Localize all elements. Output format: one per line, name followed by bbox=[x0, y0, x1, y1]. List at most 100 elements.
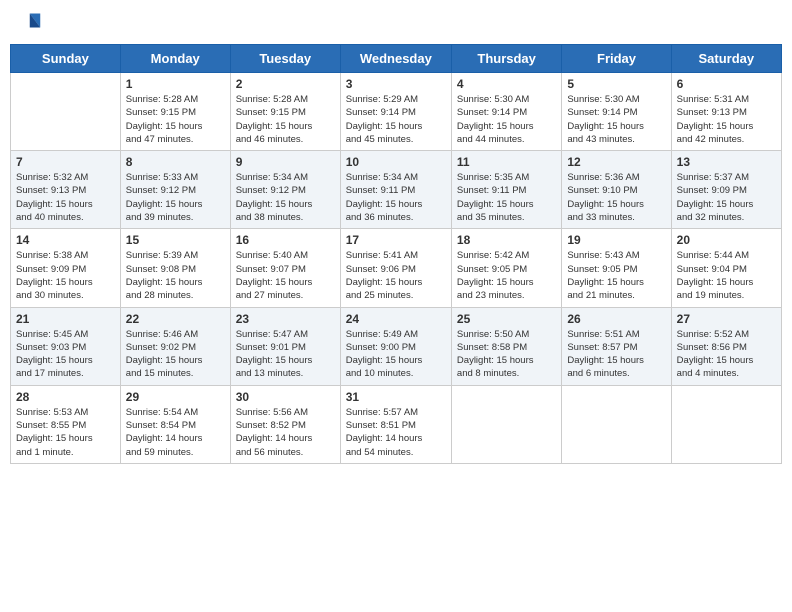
cell-line: Sunrise: 5:43 AM bbox=[567, 250, 639, 261]
cell-line: Sunset: 9:00 PM bbox=[346, 342, 416, 353]
cell-content: Sunrise: 5:33 AMSunset: 9:12 PMDaylight:… bbox=[126, 171, 225, 224]
cell-line: Daylight: 15 hours bbox=[457, 199, 534, 210]
logo bbox=[14, 10, 46, 38]
week-row-3: 21 Sunrise: 5:45 AMSunset: 9:03 PMDayligh… bbox=[11, 307, 782, 385]
cell-content: Sunrise: 5:43 AMSunset: 9:05 PMDaylight:… bbox=[567, 249, 665, 302]
day-number: 21 bbox=[16, 312, 115, 326]
calendar-cell: 22 Sunrise: 5:46 AMSunset: 9:02 PMDayligh… bbox=[120, 307, 230, 385]
day-number: 30 bbox=[236, 390, 335, 404]
cell-line: Daylight: 15 hours bbox=[567, 355, 644, 366]
calendar-cell: 13Sunrise: 5:37 AMSunset: 9:09 PMDayligh… bbox=[671, 151, 781, 229]
cell-line: Daylight: 15 hours bbox=[236, 355, 313, 366]
cell-content: Sunrise: 5:56 AMSunset: 8:52 PMDaylight:… bbox=[236, 406, 335, 459]
cell-line: Daylight: 14 hours bbox=[236, 433, 313, 444]
cell-line: Sunrise: 5:41 AM bbox=[346, 250, 418, 261]
cell-content: Sunrise: 5:32 AMSunset: 9:13 PMDaylight:… bbox=[16, 171, 115, 224]
cell-line: and 56 minutes. bbox=[236, 447, 304, 458]
calendar-cell: 19 Sunrise: 5:43 AMSunset: 9:05 PMDayligh… bbox=[562, 229, 671, 307]
cell-line: and 54 minutes. bbox=[346, 447, 414, 458]
day-number: 25 bbox=[457, 312, 556, 326]
cell-line: Sunrise: 5:37 AM bbox=[677, 172, 749, 183]
day-number: 13 bbox=[677, 155, 776, 169]
cell-content: Sunrise: 5:52 AMSunset: 8:56 PMDaylight:… bbox=[677, 328, 776, 381]
cell-line: Sunset: 9:14 PM bbox=[346, 107, 416, 118]
cell-line: and 8 minutes. bbox=[457, 368, 519, 379]
cell-line: Sunrise: 5:46 AM bbox=[126, 329, 198, 340]
cell-line: Sunset: 9:07 PM bbox=[236, 264, 306, 275]
day-number: 14 bbox=[16, 233, 115, 247]
cell-line: Sunset: 8:51 PM bbox=[346, 420, 416, 431]
cell-line: Sunset: 8:56 PM bbox=[677, 342, 747, 353]
calendar-cell: 18 Sunrise: 5:42 AM Sunset: 9:05 PM Dayligh… bbox=[451, 229, 561, 307]
cell-line: and 32 minutes. bbox=[677, 212, 745, 223]
cell-line: Daylight: 15 hours bbox=[677, 277, 754, 288]
calendar-cell bbox=[451, 385, 561, 463]
cell-line: and 25 minutes. bbox=[346, 290, 414, 301]
cell-line: Sunrise: 5:47 AM bbox=[236, 329, 308, 340]
calendar-cell: 2Sunrise: 5:28 AMSunset: 9:15 PMDaylight… bbox=[230, 73, 340, 151]
weekday-header-friday: Friday bbox=[562, 45, 671, 73]
cell-content: Sunrise: 5:35 AMSunset: 9:11 PMDaylight:… bbox=[457, 171, 556, 224]
cell-content: Sunrise: 5:45 AMSunset: 9:03 PMDaylight:… bbox=[16, 328, 115, 381]
cell-content: Sunrise: 5:30 AMSunset: 9:14 PMDaylight:… bbox=[457, 93, 556, 146]
cell-content: Sunrise: 5:28 AMSunset: 9:15 PMDaylight:… bbox=[126, 93, 225, 146]
cell-line: Sunrise: 5:36 AM bbox=[567, 172, 639, 183]
day-number: 18 bbox=[457, 233, 556, 247]
day-number: 4 bbox=[457, 77, 556, 91]
cell-line: and 36 minutes. bbox=[346, 212, 414, 223]
cell-line: Sunset: 9:06 PM bbox=[346, 264, 416, 275]
cell-line: Sunset: 9:15 PM bbox=[126, 107, 196, 118]
cell-line: Sunset: 9:08 PM bbox=[126, 264, 196, 275]
cell-line: and 13 minutes. bbox=[236, 368, 304, 379]
cell-line: Sunset: 8:55 PM bbox=[16, 420, 86, 431]
cell-content: Sunrise: 5:28 AMSunset: 9:15 PMDaylight:… bbox=[236, 93, 335, 146]
cell-line: Daylight: 15 hours bbox=[457, 277, 534, 288]
weekday-header-tuesday: Tuesday bbox=[230, 45, 340, 73]
cell-line: Sunset: 9:03 PM bbox=[16, 342, 86, 353]
cell-line: Daylight: 15 hours bbox=[346, 277, 423, 288]
cell-line: Sunset: 9:11 PM bbox=[457, 185, 527, 196]
cell-line: Sunset: 9:01 PM bbox=[236, 342, 306, 353]
day-number: 24 bbox=[346, 312, 446, 326]
calendar-cell: 7 Sunrise: 5:32 AMSunset: 9:13 PMDaylight… bbox=[11, 151, 121, 229]
cell-line: Sunrise: 5:51 AM bbox=[567, 329, 639, 340]
day-number: 5 bbox=[567, 77, 665, 91]
cell-line: Sunset: 9:05 PM bbox=[457, 264, 527, 275]
day-number: 22 bbox=[126, 312, 225, 326]
weekday-header-row: SundayMondayTuesdayWednesdayThursdayFrid… bbox=[11, 45, 782, 73]
cell-content: Sunrise: 5:46 AMSunset: 9:02 PMDaylight:… bbox=[126, 328, 225, 381]
cell-line: and 19 minutes. bbox=[677, 290, 745, 301]
cell-line: Sunrise: 5:42 AM bbox=[457, 250, 529, 261]
day-number: 19 bbox=[567, 233, 665, 247]
cell-content: Sunrise: 5:39 AMSunset: 9:08 PMDaylight:… bbox=[126, 249, 225, 302]
cell-content: Sunrise: 5:47 AM Sunset: 9:01 PM Daylight:… bbox=[236, 328, 335, 381]
day-number: 1 bbox=[126, 77, 225, 91]
cell-content: Sunrise: 5:41 AM Sunset: 9:06 PM Daylight:… bbox=[346, 249, 446, 302]
calendar-cell: 31Sunrise: 5:57 AMSunset: 8:51 PMDayligh… bbox=[340, 385, 451, 463]
cell-line: Sunrise: 5:50 AM bbox=[457, 329, 529, 340]
calendar-cell: 14Sunrise: 5:38 AMSunset: 9:09 PMDayligh… bbox=[11, 229, 121, 307]
day-number: 7 bbox=[16, 155, 115, 169]
cell-line: Daylight: 15 hours bbox=[457, 355, 534, 366]
cell-line: Sunset: 9:14 PM bbox=[457, 107, 527, 118]
cell-line: and 40 minutes. bbox=[16, 212, 84, 223]
calendar-cell: 9Sunrise: 5:34 AMSunset: 9:12 PMDaylight… bbox=[230, 151, 340, 229]
cell-line: and 28 minutes. bbox=[126, 290, 194, 301]
cell-line: Daylight: 15 hours bbox=[567, 199, 644, 210]
cell-line: Daylight: 15 hours bbox=[126, 121, 203, 132]
cell-content: Sunrise: 5:50 AMSunset: 8:58 PMDaylight:… bbox=[457, 328, 556, 381]
calendar-cell: 20Sunrise: 5:44 AMSunset: 9:04 PMDayligh… bbox=[671, 229, 781, 307]
cell-line: and 6 minutes. bbox=[567, 368, 629, 379]
day-number: 6 bbox=[677, 77, 776, 91]
cell-content: Sunrise: 5:31 AMSunset: 9:13 PMDaylight:… bbox=[677, 93, 776, 146]
cell-line: Sunset: 9:13 PM bbox=[16, 185, 86, 196]
day-number: 16 bbox=[236, 233, 335, 247]
cell-line: Sunset: 8:57 PM bbox=[567, 342, 637, 353]
calendar-cell: 12Sunrise: 5:36 AMSunset: 9:10 PMDayligh… bbox=[562, 151, 671, 229]
cell-line: and 43 minutes. bbox=[567, 134, 635, 145]
week-row-1: 7 Sunrise: 5:32 AMSunset: 9:13 PMDaylight… bbox=[11, 151, 782, 229]
calendar-cell bbox=[671, 385, 781, 463]
cell-line: Sunset: 9:04 PM bbox=[677, 264, 747, 275]
day-number: 28 bbox=[16, 390, 115, 404]
cell-line: Daylight: 15 hours bbox=[16, 433, 93, 444]
